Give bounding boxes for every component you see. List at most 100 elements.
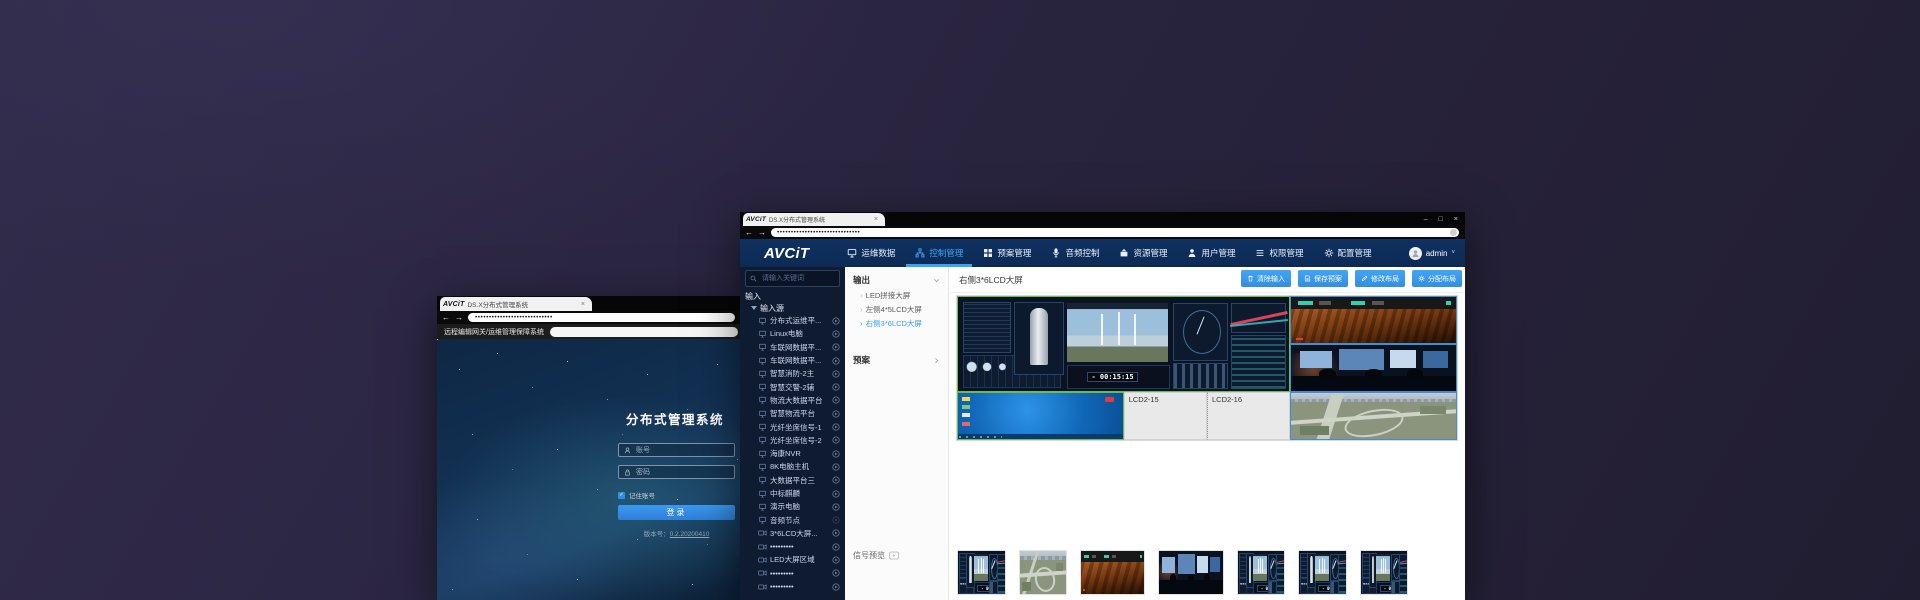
play-button-icon[interactable] [832,583,840,591]
nav-item-6[interactable]: 用户管理 [1187,239,1235,267]
output-item-2[interactable]: ›左侧4*5LCD大屏 [845,302,948,316]
output-section-header[interactable]: 输出 [845,272,948,288]
nav-item-3[interactable]: 预案管理 [983,239,1031,267]
back-icon[interactable]: ← [442,313,450,322]
source-row-1[interactable]: 分布式运维平... [740,314,845,327]
thumbnail-1[interactable]: - 00:15:15 [957,550,1006,595]
source-row-18[interactable]: ••••••••• [740,540,845,553]
back-icon[interactable]: ← [745,228,753,237]
nav-item-8[interactable]: 配置管理 [1324,239,1372,267]
login-button[interactable]: 登录 [618,505,735,520]
thumbnail-5[interactable]: - 00:15:15 [1237,550,1285,595]
remember-checkbox[interactable] [618,492,625,499]
thumbnail-6[interactable]: - 00:15:15 [1298,550,1347,595]
tab-close-icon[interactable]: × [581,301,585,308]
source-row-19[interactable]: LED大屏区域 [740,553,845,566]
browser-tab[interactable]: AVCiT DS.X分布式管理系统 × [440,297,592,311]
play-button-icon[interactable] [832,423,840,431]
address-bar[interactable]: •••••••••••••••••••••••••••••• [771,228,1459,237]
source-row-20[interactable]: ••••••••• [740,567,845,580]
play-button-icon[interactable] [832,383,840,391]
forward-icon[interactable]: → [758,228,766,237]
source-row-11[interactable]: 海康NVR [740,447,845,460]
output-item-1[interactable]: ›LED拼接大屏 [845,288,948,302]
source-row-13[interactable]: 大数据平台三 [740,474,845,487]
password-input[interactable] [634,468,723,477]
play-button-icon[interactable] [832,490,840,498]
source-row-17[interactable]: 3*6LCD大屏... [740,527,845,540]
output-item-3[interactable]: ›右侧3*6LCD大屏 [845,316,948,330]
source-row-15[interactable]: 演示电脑 [740,500,845,513]
plan-section-header[interactable]: 预案 [845,352,948,368]
account-field[interactable] [618,443,735,457]
camera-icon [758,569,767,577]
profile-avatar[interactable] [1450,229,1457,236]
tree-group-input-source[interactable]: 输入源 [740,302,845,314]
header-field[interactable] [550,327,738,337]
play-button-icon[interactable] [832,317,840,325]
toolbar-button-3[interactable]: 修改布局 [1355,270,1405,287]
toolbar-button-2[interactable]: 保存预案 [1298,270,1348,287]
thumbnail-4[interactable] [1158,550,1224,595]
source-row-21[interactable]: ••••••••• [740,580,845,593]
play-button-icon[interactable] [832,476,840,484]
play-button-icon[interactable] [832,569,840,577]
source-row-5[interactable]: 智慧消防-2主 [740,367,845,380]
forward-icon[interactable]: → [455,313,463,322]
play-button-icon[interactable] [832,503,840,511]
source-row-2[interactable]: Linux电脑 [740,327,845,340]
toolbar-button-1[interactable]: 清除输入 [1241,270,1291,287]
mars-feed[interactable] [1290,296,1457,344]
toolbar-button-4[interactable]: 分配布局 [1412,270,1462,287]
maximize-icon[interactable]: □ [1439,216,1443,223]
dashboard-feed[interactable]: - 00:15:15 [957,296,1290,392]
play-button-icon[interactable] [832,529,840,537]
play-button-icon[interactable] [832,450,840,458]
play-button-icon[interactable] [832,357,840,365]
nav-item-4[interactable]: 音频控制 [1051,239,1099,267]
source-row-6[interactable]: 智慧交警-2辅 [740,380,845,393]
browser-tab[interactable]: AVCiT DS.X分布式管理系统 × [743,213,885,226]
close-icon[interactable]: × [1454,216,1458,223]
play-button-icon[interactable] [832,410,840,418]
play-button-icon[interactable] [832,343,840,351]
minimize-icon[interactable]: – [1424,216,1428,223]
play-button-icon[interactable] [832,543,840,551]
nav-item-2[interactable]: 控制管理 [915,239,963,267]
play-button-icon[interactable] [832,370,840,378]
password-field[interactable] [618,465,735,479]
preview-toggle-icon[interactable] [889,551,899,560]
source-row-3[interactable]: 车联网数据平... [740,341,845,354]
source-row-9[interactable]: 光纤坐席信号-1 [740,420,845,433]
play-button-icon[interactable] [832,396,840,404]
source-row-7[interactable]: 物流大数据平台 [740,394,845,407]
thumbnail-2[interactable] [1019,550,1067,595]
user-menu[interactable]: admin ˅ [1409,247,1455,260]
tab-close-icon[interactable]: × [874,216,878,223]
source-row-12[interactable]: 8K电脑主机 [740,460,845,473]
play-button-icon[interactable] [832,463,840,471]
source-row-16[interactable]: 音频节点 [740,513,845,526]
highway-feed[interactable] [1290,392,1457,440]
nav-item-1[interactable]: 运维数据 [847,239,895,267]
source-row-10[interactable]: 光纤坐席信号-2 [740,434,845,447]
thumbnail-7[interactable]: - 00:15:15 [1360,550,1408,595]
source-row-14[interactable]: 中标麒麟 [740,487,845,500]
thumbnail-3[interactable] [1080,550,1145,595]
source-row-4[interactable]: 车联网数据平... [740,354,845,367]
control-room-feed[interactable] [1290,344,1457,392]
nav-item-7[interactable]: 权限管理 [1255,239,1303,267]
account-input[interactable] [634,446,723,455]
search-input[interactable] [760,274,844,283]
empty-cell-lcd2-15[interactable]: LCD2-15 [1124,392,1207,440]
play-button-icon[interactable] [832,436,840,444]
source-search[interactable] [745,270,840,287]
address-bar[interactable]: •••••••••••••••••••••••••••• [468,313,735,322]
tree-root-input[interactable]: 输入 [740,290,845,302]
empty-cell-lcd2-16[interactable]: LCD2-16 [1207,392,1290,440]
source-row-8[interactable]: 智慧物流平台 [740,407,845,420]
windows-desktop-feed[interactable] [957,392,1124,440]
nav-item-5[interactable]: 资源管理 [1119,239,1167,267]
play-button-icon[interactable] [832,330,840,338]
play-button-icon[interactable] [832,556,840,564]
